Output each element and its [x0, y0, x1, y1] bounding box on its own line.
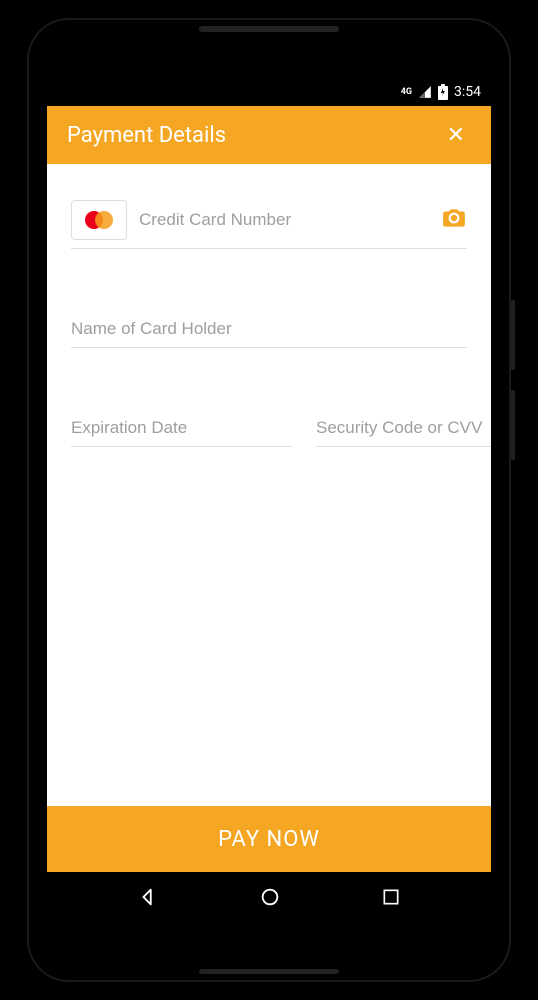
cvv-col — [316, 418, 491, 447]
pay-now-button[interactable]: PAY NOW — [47, 806, 491, 872]
camera-icon[interactable] — [441, 205, 467, 235]
signal-icon — [418, 85, 432, 99]
status-bar: 4G 3:54 — [47, 78, 491, 106]
battery-icon — [438, 84, 448, 100]
speaker-bottom — [199, 969, 339, 974]
pay-now-label: PAY NOW — [218, 827, 320, 852]
cvv-input[interactable] — [316, 418, 491, 438]
card-number-row — [71, 200, 467, 249]
expiration-input[interactable] — [71, 418, 292, 438]
card-brand-icon — [71, 200, 127, 240]
app-bar: Payment Details ✕ — [47, 106, 491, 164]
expiration-col — [71, 418, 292, 447]
close-icon[interactable]: ✕ — [441, 117, 471, 154]
form-content — [47, 164, 491, 806]
recent-icon[interactable] — [381, 887, 401, 907]
android-nav-bar — [47, 872, 491, 922]
back-icon[interactable] — [137, 886, 159, 908]
side-button — [511, 300, 515, 370]
network-label: 4G — [401, 87, 412, 97]
side-button — [511, 390, 515, 460]
card-holder-row — [71, 319, 467, 348]
home-icon[interactable] — [259, 886, 281, 908]
page-title: Payment Details — [67, 123, 226, 148]
phone-inner: 4G 3:54 Payment Details ✕ — [47, 38, 491, 962]
card-holder-input[interactable] — [71, 319, 467, 339]
card-number-input[interactable] — [139, 210, 429, 230]
mastercard-yellow-circle — [95, 211, 113, 229]
expiry-cvv-row — [71, 418, 467, 447]
clock-label: 3:54 — [454, 84, 481, 100]
phone-frame: 4G 3:54 Payment Details ✕ — [29, 20, 509, 980]
speaker-top — [199, 26, 339, 32]
screen: 4G 3:54 Payment Details ✕ — [47, 78, 491, 922]
